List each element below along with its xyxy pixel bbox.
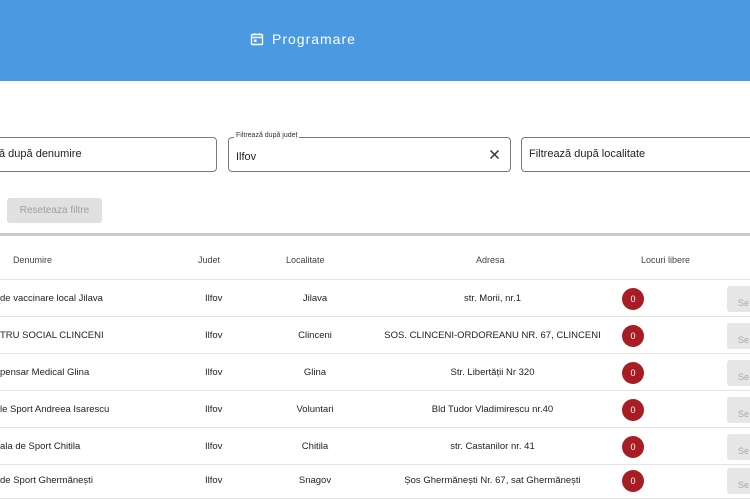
- table-row[interactable]: le Sport Andreea Isarescu Ilfov Voluntar…: [0, 391, 750, 428]
- cell-adresa: Șos Ghermănești Nr. 67, sat Ghermănești: [404, 475, 581, 486]
- name-filter-placeholder: ă după denumire: [0, 148, 82, 160]
- cell-localitate: Chitila: [301, 441, 329, 452]
- county-filter-label: Filtrează după județ: [234, 132, 300, 139]
- city-filter-input[interactable]: Filtrează după localitate: [521, 137, 750, 172]
- cell-denumire: ala de Sport Chitila: [0, 441, 81, 452]
- cell-judet: Ilfov: [205, 441, 223, 452]
- cell-localitate: Glina: [303, 367, 327, 378]
- free-slots-badge: 0: [622, 325, 644, 347]
- county-filter-value: Ilfov: [236, 151, 257, 163]
- cell-adresa: Bld Tudor Vladimirescu nr.40: [431, 404, 554, 415]
- free-slots-badge: 0: [622, 362, 644, 384]
- free-slots-badge: 0: [622, 399, 644, 421]
- table-row[interactable]: de vaccinare local Jilava Ilfov Jilava s…: [0, 280, 750, 317]
- free-slots-badge: 0: [622, 470, 644, 492]
- table-row[interactable]: de Sport Ghermănești Ilfov Snagov Șos Gh…: [0, 462, 750, 499]
- select-center-button[interactable]: Se: [727, 468, 750, 494]
- free-slots-badge: 0: [622, 288, 644, 310]
- cell-denumire: pensar Medical Glina: [0, 367, 90, 378]
- reset-filters-button[interactable]: Reseteaza filtre: [7, 198, 102, 223]
- cell-judet: Ilfov: [205, 330, 223, 341]
- calendar-icon: [250, 33, 264, 46]
- name-filter-input[interactable]: ă după denumire: [0, 137, 217, 172]
- cell-localitate: Voluntari: [296, 404, 334, 415]
- column-header-adresa: Adresa: [476, 255, 505, 265]
- cell-adresa: Str. Libertății Nr 320: [450, 367, 535, 378]
- table-row[interactable]: pensar Medical Glina Ilfov Glina Str. Li…: [0, 354, 750, 391]
- select-center-button[interactable]: Se: [727, 434, 750, 460]
- table-row[interactable]: TRU SOCIAL CLINCENI Ilfov Clinceni SOS. …: [0, 317, 750, 354]
- filter-panel: ă după denumire Filtrează după județ Ilf…: [0, 90, 750, 236]
- cell-judet: Ilfov: [205, 475, 223, 486]
- column-header-judet: Judet: [198, 255, 221, 265]
- cell-adresa: str. Morii, nr.1: [463, 293, 521, 304]
- cell-denumire: de vaccinare local Jilava: [0, 293, 103, 304]
- select-center-button[interactable]: Se: [727, 323, 750, 349]
- cell-localitate: Clinceni: [298, 330, 332, 341]
- cell-denumire: TRU SOCIAL CLINCENI: [0, 330, 104, 341]
- column-header-localitate: Localitate: [286, 255, 325, 265]
- select-center-button[interactable]: Se: [727, 360, 750, 386]
- select-center-button[interactable]: Se: [727, 286, 750, 312]
- free-slots-badge: 0: [622, 436, 644, 458]
- cell-judet: Ilfov: [205, 367, 223, 378]
- column-header-locuri-libere: Locuri libere: [641, 255, 691, 265]
- header-title[interactable]: Programare: [250, 31, 356, 47]
- city-filter-placeholder: Filtrează după localitate: [529, 148, 646, 160]
- county-filter-input[interactable]: Filtrează după județ Ilfov: [228, 132, 511, 172]
- app-header: Programare: [0, 0, 750, 81]
- cell-denumire: le Sport Andreea Isarescu: [0, 404, 110, 415]
- cell-judet: Ilfov: [205, 293, 223, 304]
- cell-localitate: Snagov: [298, 475, 332, 486]
- table-row[interactable]: ala de Sport Chitila Ilfov Chitila str. …: [0, 428, 750, 465]
- cell-adresa: str. Castanilor nr. 41: [450, 441, 535, 452]
- table-header: Denumire Judet Localitate Adresa Locuri …: [0, 245, 750, 280]
- cell-judet: Ilfov: [205, 404, 223, 415]
- cell-denumire: de Sport Ghermănești: [0, 475, 93, 486]
- cell-localitate: Jilava: [302, 293, 328, 304]
- close-icon[interactable]: [489, 149, 500, 160]
- column-header-denumire: Denumire: [13, 255, 53, 265]
- header-title-text: Programare: [272, 31, 356, 47]
- select-center-button[interactable]: Se: [727, 397, 750, 423]
- cell-adresa: SOS. CLINCENI-ORDOREANU NR. 67, CLINCENI: [384, 330, 601, 341]
